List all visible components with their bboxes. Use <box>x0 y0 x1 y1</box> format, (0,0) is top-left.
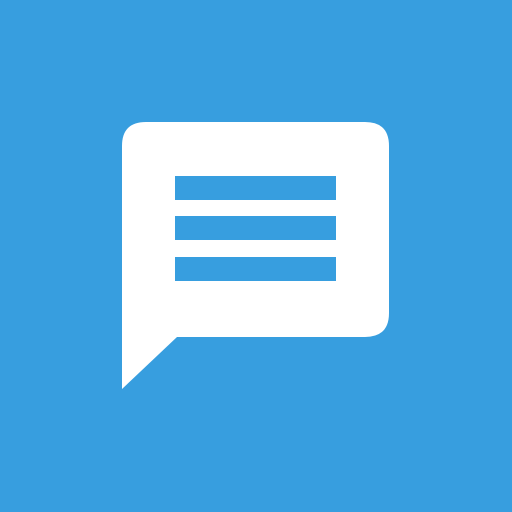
message-line-2 <box>175 216 336 240</box>
message-line-3 <box>175 257 336 281</box>
message-line-1 <box>175 176 336 200</box>
chat-bubble-icon <box>122 122 389 389</box>
app-icon-tile[interactable] <box>0 0 512 512</box>
chat-bubble-shape <box>122 122 389 389</box>
